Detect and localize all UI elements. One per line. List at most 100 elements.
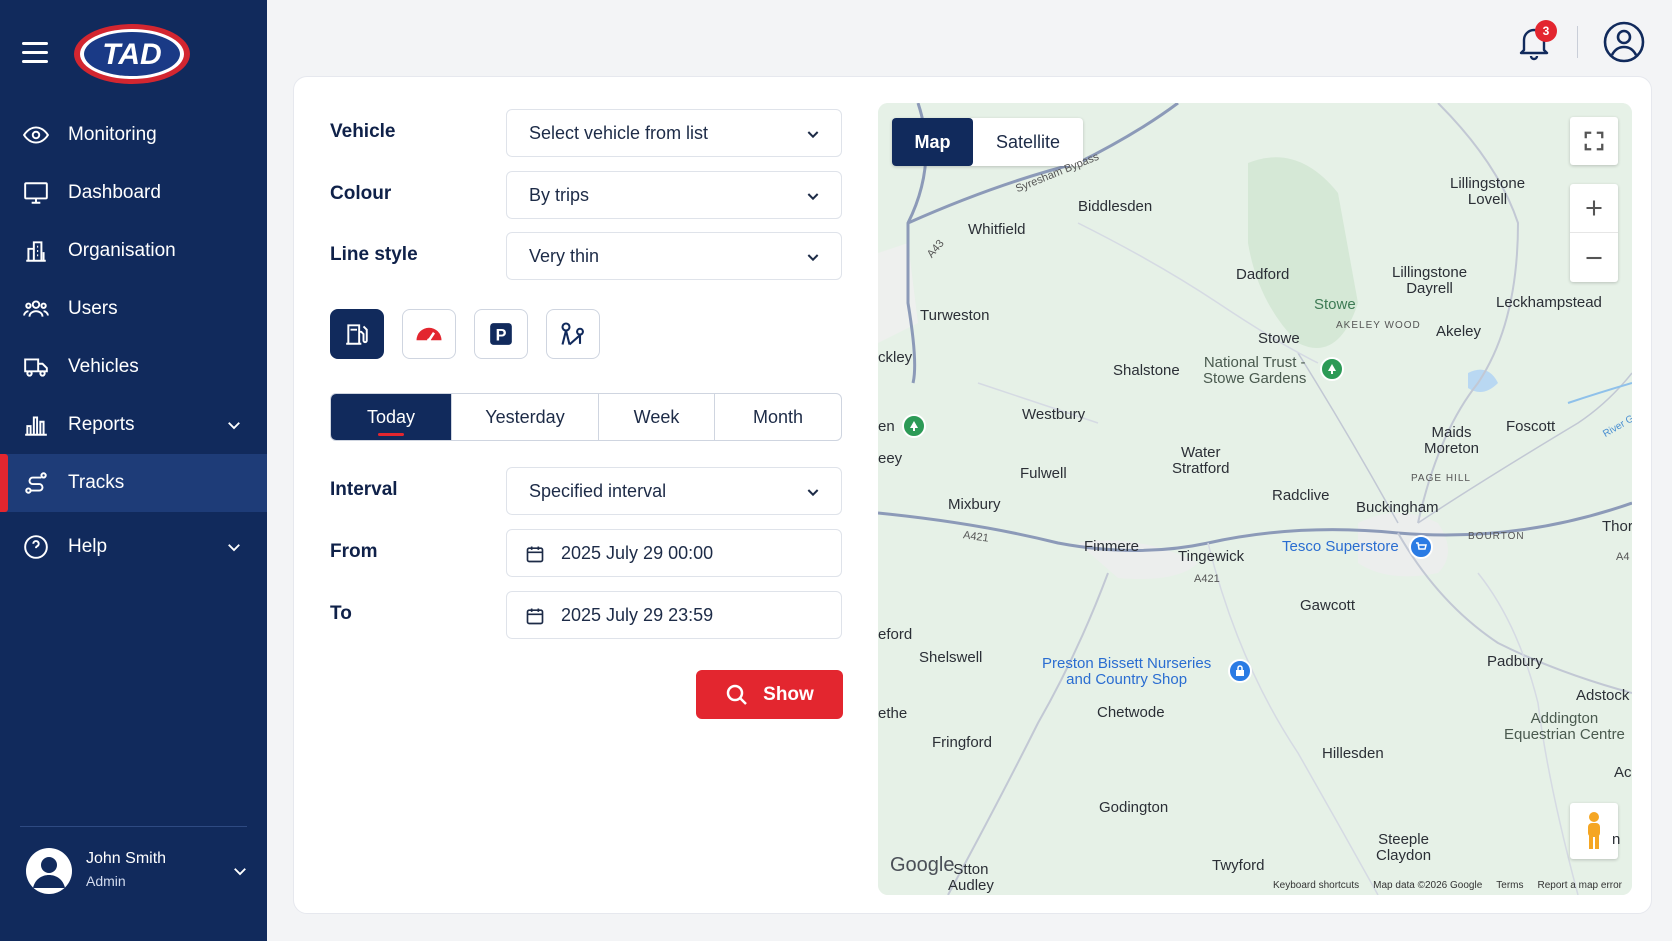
place-label: Whitfield <box>968 221 1026 238</box>
vehicle-row: Vehicle Select vehicle from list <box>330 109 842 157</box>
place-label: Mixbury <box>948 496 1001 513</box>
park-pin-icon[interactable] <box>902 414 926 438</box>
colour-row: Colour By trips <box>330 171 842 219</box>
shopping-pin-icon[interactable] <box>1409 535 1433 559</box>
zoom-controls <box>1570 184 1618 282</box>
eye-icon <box>22 121 50 149</box>
tab-yesterday[interactable]: Yesterday <box>452 394 599 440</box>
sidebar-item-help[interactable]: Help <box>0 518 267 576</box>
map-view[interactable]: Map Satellite Syresham Bypass A43 A421 A… <box>878 103 1632 895</box>
user-menu[interactable]: John Smith Admin <box>24 846 249 896</box>
place-label: National Trust - Stowe Gardens <box>1203 354 1307 387</box>
place-label: Ac <box>1614 764 1632 781</box>
sidebar-item-label: Reports <box>68 414 135 435</box>
tab-today[interactable]: Today <box>331 394 452 440</box>
sidebar-item-vehicles[interactable]: Vehicles <box>0 338 267 396</box>
chevron-down-icon <box>807 254 819 262</box>
line-style-row: Line style Very thin <box>330 232 842 280</box>
place-label: eey <box>878 450 903 467</box>
map-attribution: Keyboard shortcuts Map data ©2026 Google… <box>1273 880 1622 891</box>
sidebar-item-tracks[interactable]: Tracks <box>0 454 267 512</box>
notification-badge: 3 <box>1535 20 1557 42</box>
from-date-input[interactable]: 2025 July 29 00:00 <box>506 529 842 577</box>
sidebar-item-dashboard[interactable]: Dashboard <box>0 164 267 222</box>
speedometer-icon <box>416 327 442 343</box>
place-label: Addington Equestrian Centre <box>1504 710 1625 743</box>
minus-icon <box>1586 256 1602 259</box>
sidebar-item-label: Organisation <box>68 240 176 261</box>
tab-week[interactable]: Week <box>599 394 715 440</box>
place-label: en <box>878 418 895 435</box>
road-label: A421 <box>1194 573 1220 585</box>
street-view-button[interactable] <box>1570 803 1618 859</box>
line-style-select[interactable]: Very thin <box>506 232 842 280</box>
colour-select[interactable]: By trips <box>506 171 842 219</box>
report-map-error-link[interactable]: Report a map error <box>1538 880 1622 891</box>
parking-toggle-button[interactable]: P <box>474 309 528 359</box>
park-pin-icon[interactable] <box>1320 357 1344 381</box>
shopping-pin-icon[interactable] <box>1228 659 1252 683</box>
sidebar-item-organisation[interactable]: Organisation <box>0 222 267 280</box>
route-stops-icon <box>561 322 584 346</box>
fuel-toggle-button[interactable] <box>330 309 384 359</box>
poi-label[interactable]: Preston Bissett Nurseries and Country Sh… <box>1042 656 1211 688</box>
place-label: Westbury <box>1022 406 1086 423</box>
interval-label: Interval <box>330 479 398 500</box>
pegman-icon <box>1588 812 1600 849</box>
chevron-down-icon <box>807 489 819 497</box>
interval-select-value: Specified interval <box>529 480 667 501</box>
speed-toggle-button[interactable] <box>402 309 456 359</box>
sidebar-item-label: Vehicles <box>68 356 139 377</box>
to-label: To <box>330 603 352 624</box>
route-icon <box>22 469 50 497</box>
account-icon[interactable] <box>1602 20 1646 64</box>
place-label: Finmere <box>1084 538 1140 555</box>
show-button-label: Show <box>763 683 814 705</box>
place-label: Padbury <box>1487 653 1543 670</box>
sidebar-item-monitoring[interactable]: Monitoring <box>0 106 267 164</box>
zoom-in-button[interactable] <box>1570 184 1618 233</box>
place-label: Buckingham <box>1356 499 1439 516</box>
tad-logo[interactable]: TAD <box>72 22 192 86</box>
place-label: Turweston <box>920 307 990 324</box>
zoom-out-button[interactable] <box>1570 233 1618 282</box>
vehicle-select[interactable]: Select vehicle from list <box>506 109 842 157</box>
calendar-icon <box>526 546 544 563</box>
map-type-satellite-button[interactable]: Satellite <box>973 118 1083 166</box>
road-label: A4 <box>1616 551 1630 563</box>
place-label: BOURTON <box>1468 531 1525 542</box>
sidebar-item-reports[interactable]: Reports <box>0 396 267 454</box>
map-type-map-button[interactable]: Map <box>892 118 973 166</box>
truck-icon <box>22 353 50 381</box>
menu-toggle-icon[interactable] <box>22 42 48 64</box>
tab-month[interactable]: Month <box>715 394 841 440</box>
place-label: Stton Audley <box>948 861 994 894</box>
chevron-down-icon <box>228 544 240 552</box>
monitor-icon <box>22 179 50 207</box>
users-icon <box>22 295 50 323</box>
chevron-down-icon <box>807 193 819 201</box>
line-style-select-value: Very thin <box>529 245 600 266</box>
place-label: Adstock <box>1576 687 1630 704</box>
sidebar-item-label: Monitoring <box>68 124 157 145</box>
stops-toggle-button[interactable] <box>546 309 600 359</box>
interval-row: Interval Specified interval <box>330 467 842 515</box>
chevron-down-icon <box>807 131 819 139</box>
to-row: To 2025 July 29 23:59 <box>330 591 842 639</box>
place-label: Twyford <box>1212 857 1265 874</box>
to-date-input[interactable]: 2025 July 29 23:59 <box>506 591 842 639</box>
map-type-switcher: Map Satellite <box>892 118 1083 166</box>
fullscreen-button[interactable] <box>1570 117 1618 165</box>
user-name: John Smith <box>86 850 167 867</box>
terms-link[interactable]: Terms <box>1496 880 1523 891</box>
from-date-value: 2025 July 29 00:00 <box>561 542 714 563</box>
show-button[interactable]: Show <box>696 670 843 719</box>
building-icon <box>22 237 50 265</box>
interval-select[interactable]: Specified interval <box>506 467 842 515</box>
place-label: Foscott <box>1506 418 1556 435</box>
poi-label[interactable]: Tesco Superstore <box>1282 539 1399 555</box>
from-row: From 2025 July 29 00:00 <box>330 529 842 577</box>
plus-icon <box>1586 200 1602 216</box>
sidebar-item-users[interactable]: Users <box>0 280 267 338</box>
keyboard-shortcuts-link[interactable]: Keyboard shortcuts <box>1273 880 1359 891</box>
